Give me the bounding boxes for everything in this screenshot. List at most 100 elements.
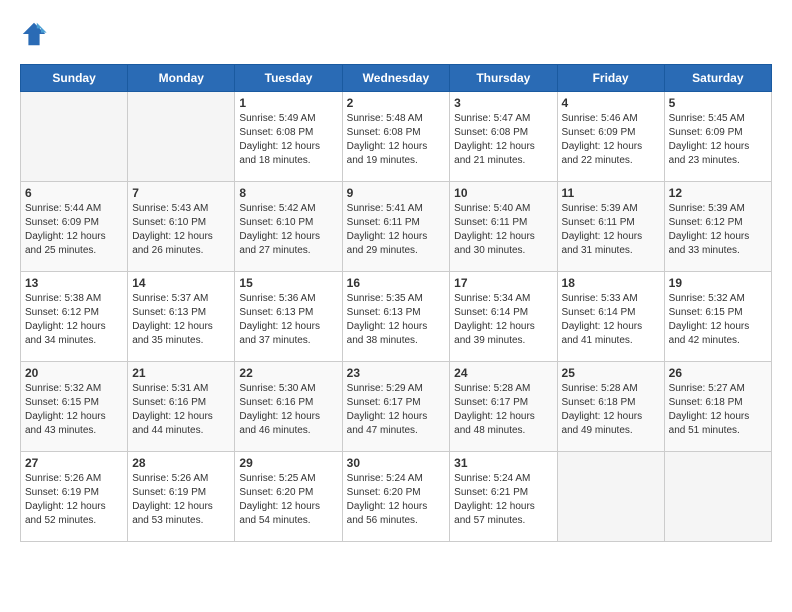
calendar-cell: 20 Sunrise: 5:32 AMSunset: 6:15 PMDaylig… (21, 362, 128, 452)
day-info: Sunrise: 5:45 AMSunset: 6:09 PMDaylight:… (669, 113, 750, 166)
calendar-cell: 21 Sunrise: 5:31 AMSunset: 6:16 PMDaylig… (128, 362, 235, 452)
day-header-tuesday: Tuesday (235, 65, 342, 92)
day-info: Sunrise: 5:26 AMSunset: 6:19 PMDaylight:… (25, 473, 106, 526)
day-header-friday: Friday (557, 65, 664, 92)
calendar-cell (557, 452, 664, 542)
day-info: Sunrise: 5:34 AMSunset: 6:14 PMDaylight:… (454, 293, 535, 346)
calendar-cell: 16 Sunrise: 5:35 AMSunset: 6:13 PMDaylig… (342, 272, 450, 362)
day-number: 22 (239, 366, 337, 380)
calendar-cell: 24 Sunrise: 5:28 AMSunset: 6:17 PMDaylig… (450, 362, 557, 452)
day-info: Sunrise: 5:27 AMSunset: 6:18 PMDaylight:… (669, 383, 750, 436)
calendar-cell: 26 Sunrise: 5:27 AMSunset: 6:18 PMDaylig… (664, 362, 771, 452)
calendar-cell: 22 Sunrise: 5:30 AMSunset: 6:16 PMDaylig… (235, 362, 342, 452)
calendar-cell: 31 Sunrise: 5:24 AMSunset: 6:21 PMDaylig… (450, 452, 557, 542)
calendar-cell: 4 Sunrise: 5:46 AMSunset: 6:09 PMDayligh… (557, 92, 664, 182)
week-row-2: 6 Sunrise: 5:44 AMSunset: 6:09 PMDayligh… (21, 182, 772, 272)
week-row-1: 1 Sunrise: 5:49 AMSunset: 6:08 PMDayligh… (21, 92, 772, 182)
day-number: 10 (454, 186, 552, 200)
day-info: Sunrise: 5:33 AMSunset: 6:14 PMDaylight:… (562, 293, 643, 346)
calendar-cell: 10 Sunrise: 5:40 AMSunset: 6:11 PMDaylig… (450, 182, 557, 272)
page-header (20, 20, 772, 48)
day-number: 26 (669, 366, 767, 380)
logo (20, 20, 52, 48)
calendar-cell: 12 Sunrise: 5:39 AMSunset: 6:12 PMDaylig… (664, 182, 771, 272)
day-info: Sunrise: 5:39 AMSunset: 6:11 PMDaylight:… (562, 203, 643, 256)
day-number: 21 (132, 366, 230, 380)
day-number: 19 (669, 276, 767, 290)
week-row-4: 20 Sunrise: 5:32 AMSunset: 6:15 PMDaylig… (21, 362, 772, 452)
day-number: 31 (454, 456, 552, 470)
day-number: 16 (347, 276, 446, 290)
day-number: 13 (25, 276, 123, 290)
day-info: Sunrise: 5:26 AMSunset: 6:19 PMDaylight:… (132, 473, 213, 526)
day-number: 8 (239, 186, 337, 200)
calendar-cell: 14 Sunrise: 5:37 AMSunset: 6:13 PMDaylig… (128, 272, 235, 362)
calendar-cell: 1 Sunrise: 5:49 AMSunset: 6:08 PMDayligh… (235, 92, 342, 182)
calendar-cell (21, 92, 128, 182)
day-number: 1 (239, 96, 337, 110)
day-info: Sunrise: 5:30 AMSunset: 6:16 PMDaylight:… (239, 383, 320, 436)
day-info: Sunrise: 5:31 AMSunset: 6:16 PMDaylight:… (132, 383, 213, 436)
week-row-3: 13 Sunrise: 5:38 AMSunset: 6:12 PMDaylig… (21, 272, 772, 362)
day-number: 7 (132, 186, 230, 200)
calendar-cell: 27 Sunrise: 5:26 AMSunset: 6:19 PMDaylig… (21, 452, 128, 542)
calendar-cell: 11 Sunrise: 5:39 AMSunset: 6:11 PMDaylig… (557, 182, 664, 272)
day-number: 28 (132, 456, 230, 470)
day-number: 12 (669, 186, 767, 200)
day-info: Sunrise: 5:47 AMSunset: 6:08 PMDaylight:… (454, 113, 535, 166)
day-info: Sunrise: 5:24 AMSunset: 6:21 PMDaylight:… (454, 473, 535, 526)
calendar-cell (128, 92, 235, 182)
day-info: Sunrise: 5:37 AMSunset: 6:13 PMDaylight:… (132, 293, 213, 346)
day-info: Sunrise: 5:32 AMSunset: 6:15 PMDaylight:… (669, 293, 750, 346)
day-info: Sunrise: 5:43 AMSunset: 6:10 PMDaylight:… (132, 203, 213, 256)
calendar-cell: 13 Sunrise: 5:38 AMSunset: 6:12 PMDaylig… (21, 272, 128, 362)
day-info: Sunrise: 5:29 AMSunset: 6:17 PMDaylight:… (347, 383, 428, 436)
day-info: Sunrise: 5:49 AMSunset: 6:08 PMDaylight:… (239, 113, 320, 166)
calendar-cell: 29 Sunrise: 5:25 AMSunset: 6:20 PMDaylig… (235, 452, 342, 542)
calendar-cell: 18 Sunrise: 5:33 AMSunset: 6:14 PMDaylig… (557, 272, 664, 362)
day-info: Sunrise: 5:46 AMSunset: 6:09 PMDaylight:… (562, 113, 643, 166)
week-row-5: 27 Sunrise: 5:26 AMSunset: 6:19 PMDaylig… (21, 452, 772, 542)
header-row: SundayMondayTuesdayWednesdayThursdayFrid… (21, 65, 772, 92)
calendar-cell: 8 Sunrise: 5:42 AMSunset: 6:10 PMDayligh… (235, 182, 342, 272)
day-number: 23 (347, 366, 446, 380)
day-number: 14 (132, 276, 230, 290)
calendar-cell: 2 Sunrise: 5:48 AMSunset: 6:08 PMDayligh… (342, 92, 450, 182)
day-info: Sunrise: 5:44 AMSunset: 6:09 PMDaylight:… (25, 203, 106, 256)
calendar-table: SundayMondayTuesdayWednesdayThursdayFrid… (20, 64, 772, 542)
day-number: 30 (347, 456, 446, 470)
day-number: 5 (669, 96, 767, 110)
calendar-cell: 17 Sunrise: 5:34 AMSunset: 6:14 PMDaylig… (450, 272, 557, 362)
day-number: 11 (562, 186, 660, 200)
calendar-cell: 25 Sunrise: 5:28 AMSunset: 6:18 PMDaylig… (557, 362, 664, 452)
day-number: 4 (562, 96, 660, 110)
day-header-saturday: Saturday (664, 65, 771, 92)
logo-icon (20, 20, 48, 48)
calendar-cell: 23 Sunrise: 5:29 AMSunset: 6:17 PMDaylig… (342, 362, 450, 452)
day-number: 3 (454, 96, 552, 110)
calendar-cell: 19 Sunrise: 5:32 AMSunset: 6:15 PMDaylig… (664, 272, 771, 362)
calendar-cell (664, 452, 771, 542)
calendar-cell: 9 Sunrise: 5:41 AMSunset: 6:11 PMDayligh… (342, 182, 450, 272)
calendar-cell: 30 Sunrise: 5:24 AMSunset: 6:20 PMDaylig… (342, 452, 450, 542)
day-info: Sunrise: 5:28 AMSunset: 6:17 PMDaylight:… (454, 383, 535, 436)
day-number: 24 (454, 366, 552, 380)
day-number: 6 (25, 186, 123, 200)
day-info: Sunrise: 5:41 AMSunset: 6:11 PMDaylight:… (347, 203, 428, 256)
day-number: 27 (25, 456, 123, 470)
day-info: Sunrise: 5:35 AMSunset: 6:13 PMDaylight:… (347, 293, 428, 346)
day-number: 15 (239, 276, 337, 290)
calendar-cell: 6 Sunrise: 5:44 AMSunset: 6:09 PMDayligh… (21, 182, 128, 272)
day-number: 17 (454, 276, 552, 290)
calendar-cell: 15 Sunrise: 5:36 AMSunset: 6:13 PMDaylig… (235, 272, 342, 362)
day-info: Sunrise: 5:36 AMSunset: 6:13 PMDaylight:… (239, 293, 320, 346)
day-info: Sunrise: 5:28 AMSunset: 6:18 PMDaylight:… (562, 383, 643, 436)
day-number: 18 (562, 276, 660, 290)
calendar-cell: 3 Sunrise: 5:47 AMSunset: 6:08 PMDayligh… (450, 92, 557, 182)
day-info: Sunrise: 5:42 AMSunset: 6:10 PMDaylight:… (239, 203, 320, 256)
day-number: 2 (347, 96, 446, 110)
day-number: 29 (239, 456, 337, 470)
day-info: Sunrise: 5:32 AMSunset: 6:15 PMDaylight:… (25, 383, 106, 436)
day-header-thursday: Thursday (450, 65, 557, 92)
day-info: Sunrise: 5:24 AMSunset: 6:20 PMDaylight:… (347, 473, 428, 526)
